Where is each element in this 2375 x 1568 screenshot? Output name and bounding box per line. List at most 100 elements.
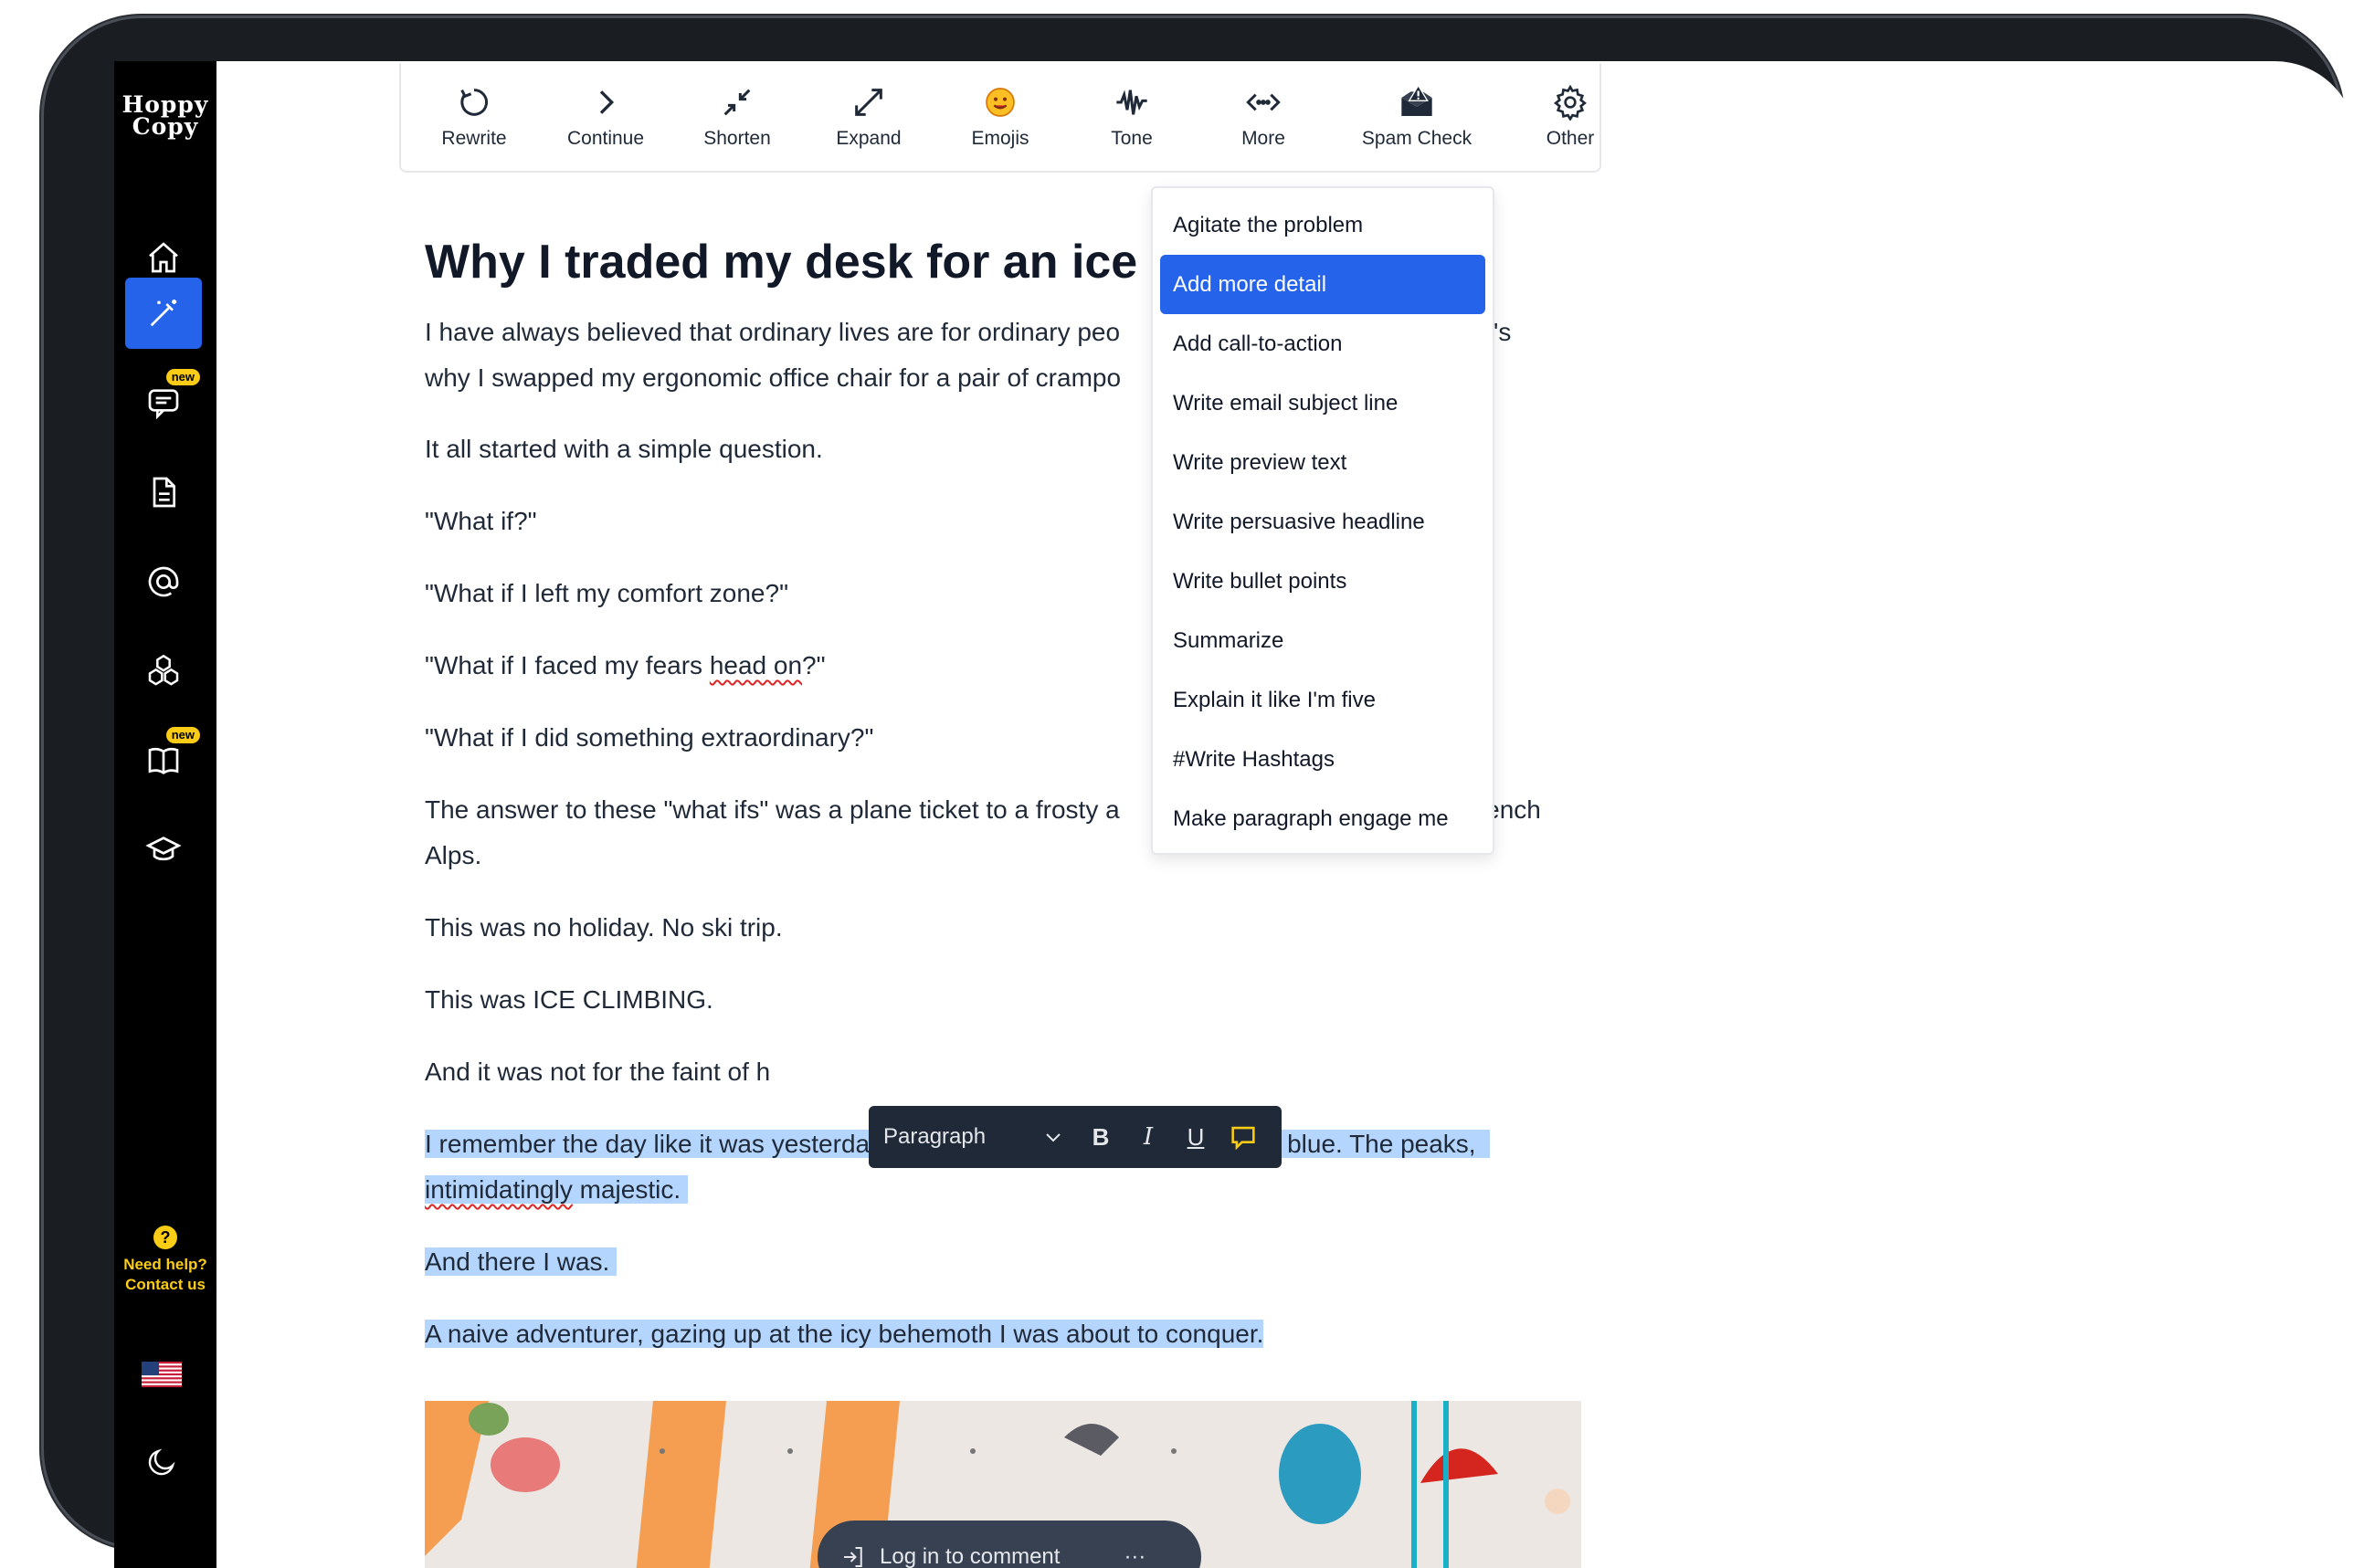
- help-line-2: Contact us: [125, 1276, 206, 1293]
- code-arrows-icon: [1246, 93, 1281, 111]
- refresh-icon: [460, 89, 489, 116]
- paragraph-type-select[interactable]: Paragraph: [883, 1124, 1029, 1150]
- more-options-icon[interactable]: ···: [1124, 1544, 1145, 1568]
- emojis-button[interactable]: Emojis: [934, 84, 1066, 150]
- mail-warning-icon: [1401, 84, 1432, 116]
- login-to-comment-label: Log in to comment: [880, 1544, 1061, 1568]
- more-button[interactable]: More: [1198, 84, 1329, 150]
- shorten-button[interactable]: Shorten: [671, 84, 803, 150]
- italic-button[interactable]: I: [1124, 1119, 1172, 1155]
- format-toolbar: Paragraph B I U: [869, 1106, 1282, 1168]
- sidebar-item-documents[interactable]: [125, 457, 202, 528]
- logo-line-2: Copy: [132, 113, 199, 140]
- paragraph-text: majestic.: [572, 1175, 681, 1204]
- continue-button[interactable]: Continue: [540, 84, 671, 150]
- paragraph[interactable]: And it was not for the faint of h: [425, 1049, 770, 1095]
- emoji-face-icon: [986, 88, 1015, 117]
- expand-arrows-icon: [855, 89, 882, 116]
- other-label: Other: [1546, 128, 1595, 149]
- selected-text: intimidatingly majestic.: [425, 1175, 688, 1204]
- paragraph[interactable]: Alps.: [425, 833, 481, 879]
- us-flag-icon[interactable]: [142, 1362, 182, 1387]
- sidebar-item-templates[interactable]: [125, 636, 202, 707]
- paragraph[interactable]: It all started with a simple question.: [425, 426, 823, 472]
- paragraph-text: I have always believed that ordinary liv…: [425, 318, 1121, 346]
- more-label: More: [1241, 128, 1285, 149]
- sidebar-item-writer[interactable]: [125, 278, 202, 349]
- shorten-label: Shorten: [703, 128, 771, 149]
- other-button[interactable]: Other: [1504, 84, 1636, 150]
- selected-paragraph[interactable]: And there I was.: [425, 1239, 618, 1285]
- spelling-error[interactable]: head on: [710, 651, 802, 679]
- chevron-right-icon: [599, 90, 615, 114]
- spam-check-button[interactable]: Spam Check: [1329, 84, 1504, 150]
- selected-text: A naive adventurer, gazing up at the icy…: [425, 1320, 1264, 1348]
- rewrite-label: Rewrite: [441, 128, 507, 149]
- paragraph[interactable]: "What if I left my comfort zone?": [425, 571, 788, 616]
- dark-mode-moon-icon[interactable]: [145, 1446, 178, 1479]
- menu-item-write-hashtags[interactable]: #Write Hashtags: [1160, 730, 1485, 789]
- tone-label: Tone: [1111, 128, 1153, 149]
- device-frame: Hoppy Copy new new ? Need help? Contact …: [41, 16, 2357, 1568]
- help-icon: ?: [153, 1226, 177, 1249]
- home-icon: [149, 242, 178, 273]
- menu-item-explain-like-five[interactable]: Explain it like I'm five: [1160, 670, 1485, 730]
- tone-button[interactable]: Tone: [1066, 84, 1198, 150]
- selected-text: And there I was.: [425, 1247, 618, 1276]
- paragraph[interactable]: why I swapped my ergonomic office chair …: [425, 355, 1121, 401]
- menu-item-persuasive-headline[interactable]: Write persuasive headline: [1160, 492, 1485, 552]
- paragraph-text: And there I was.: [425, 1247, 610, 1276]
- graduation-cap-icon: [145, 837, 182, 861]
- login-arrow-icon: [844, 1547, 862, 1567]
- paragraph[interactable]: This was no holiday. No ski trip.: [425, 905, 783, 951]
- menu-item-summarize[interactable]: Summarize: [1160, 611, 1485, 670]
- continue-label: Continue: [566, 128, 645, 149]
- menu-item-engage-paragraph[interactable]: Make paragraph engage me: [1160, 789, 1485, 848]
- sidebar-item-academy[interactable]: [125, 815, 202, 886]
- sidebar-item-email[interactable]: [125, 546, 202, 617]
- app-screen: Hoppy Copy new new ? Need help? Contact …: [114, 61, 2357, 1568]
- menu-item-add-cta[interactable]: Add call-to-action: [1160, 314, 1485, 374]
- magic-wand-icon: [150, 300, 177, 327]
- rewrite-button[interactable]: Rewrite: [408, 84, 540, 150]
- chevron-down-icon[interactable]: [1029, 1119, 1077, 1155]
- expand-button[interactable]: Expand: [803, 84, 934, 150]
- menu-item-email-subject[interactable]: Write email subject line: [1160, 374, 1485, 433]
- new-badge: new: [165, 727, 200, 743]
- menu-item-bullet-points[interactable]: Write bullet points: [1160, 552, 1485, 611]
- more-options-menu: Agitate the problem Add more detail Add …: [1151, 186, 1494, 855]
- collapse-arrows-icon: [723, 89, 751, 116]
- menu-item-add-more-detail[interactable]: Add more detail: [1160, 255, 1485, 314]
- paragraph-text: The answer to these "what ifs" was a pla…: [425, 795, 1120, 824]
- sound-wave-icon: [1116, 89, 1147, 115]
- spam-check-label: Spam Check: [1361, 128, 1472, 149]
- paragraph[interactable]: "What if I faced my fears head on?": [425, 643, 826, 689]
- document-title[interactable]: Why I traded my desk for an ice ax: [425, 235, 1204, 289]
- emojis-label: Emojis: [971, 128, 1029, 149]
- menu-item-preview-text[interactable]: Write preview text: [1160, 433, 1485, 492]
- login-to-comment-button[interactable]: Log in to comment ···: [818, 1521, 1201, 1568]
- gear-icon: [1554, 84, 1587, 121]
- paragraph[interactable]: "What if?": [425, 499, 537, 544]
- cubes-icon: [148, 654, 179, 686]
- comment-icon: [1231, 1126, 1255, 1151]
- paragraph-text: "What if I faced my fears: [425, 651, 710, 679]
- paragraph-text: why I swapped my ergonomic office chair …: [425, 363, 1122, 392]
- comment-button[interactable]: [1219, 1119, 1267, 1155]
- selected-paragraph[interactable]: intimidatingly majestic.: [425, 1167, 688, 1213]
- underline-button[interactable]: U: [1172, 1119, 1219, 1155]
- book-icon: [148, 747, 179, 774]
- paragraph[interactable]: This was ICE CLIMBING.: [425, 977, 713, 1023]
- help-line-1: Need help?: [123, 1256, 207, 1273]
- spelling-error[interactable]: intimidatingly: [425, 1175, 573, 1204]
- bold-button[interactable]: B: [1077, 1119, 1124, 1155]
- paragraph[interactable]: "What if I did something extraordinary?": [425, 715, 873, 761]
- sidebar-item-chat[interactable]: new: [125, 367, 202, 438]
- paragraph-text: ?": [802, 651, 826, 679]
- selected-paragraph[interactable]: A naive adventurer, gazing up at the icy…: [425, 1311, 1264, 1357]
- sidebar-item-library[interactable]: new: [125, 725, 202, 796]
- help-contact-link[interactable]: ? Need help? Contact us: [114, 1226, 216, 1295]
- menu-item-agitate-problem[interactable]: Agitate the problem: [1160, 195, 1485, 255]
- sidebar: Hoppy Copy new new ? Need help? Contact …: [114, 61, 216, 1568]
- app-logo[interactable]: Hoppy Copy: [114, 93, 216, 140]
